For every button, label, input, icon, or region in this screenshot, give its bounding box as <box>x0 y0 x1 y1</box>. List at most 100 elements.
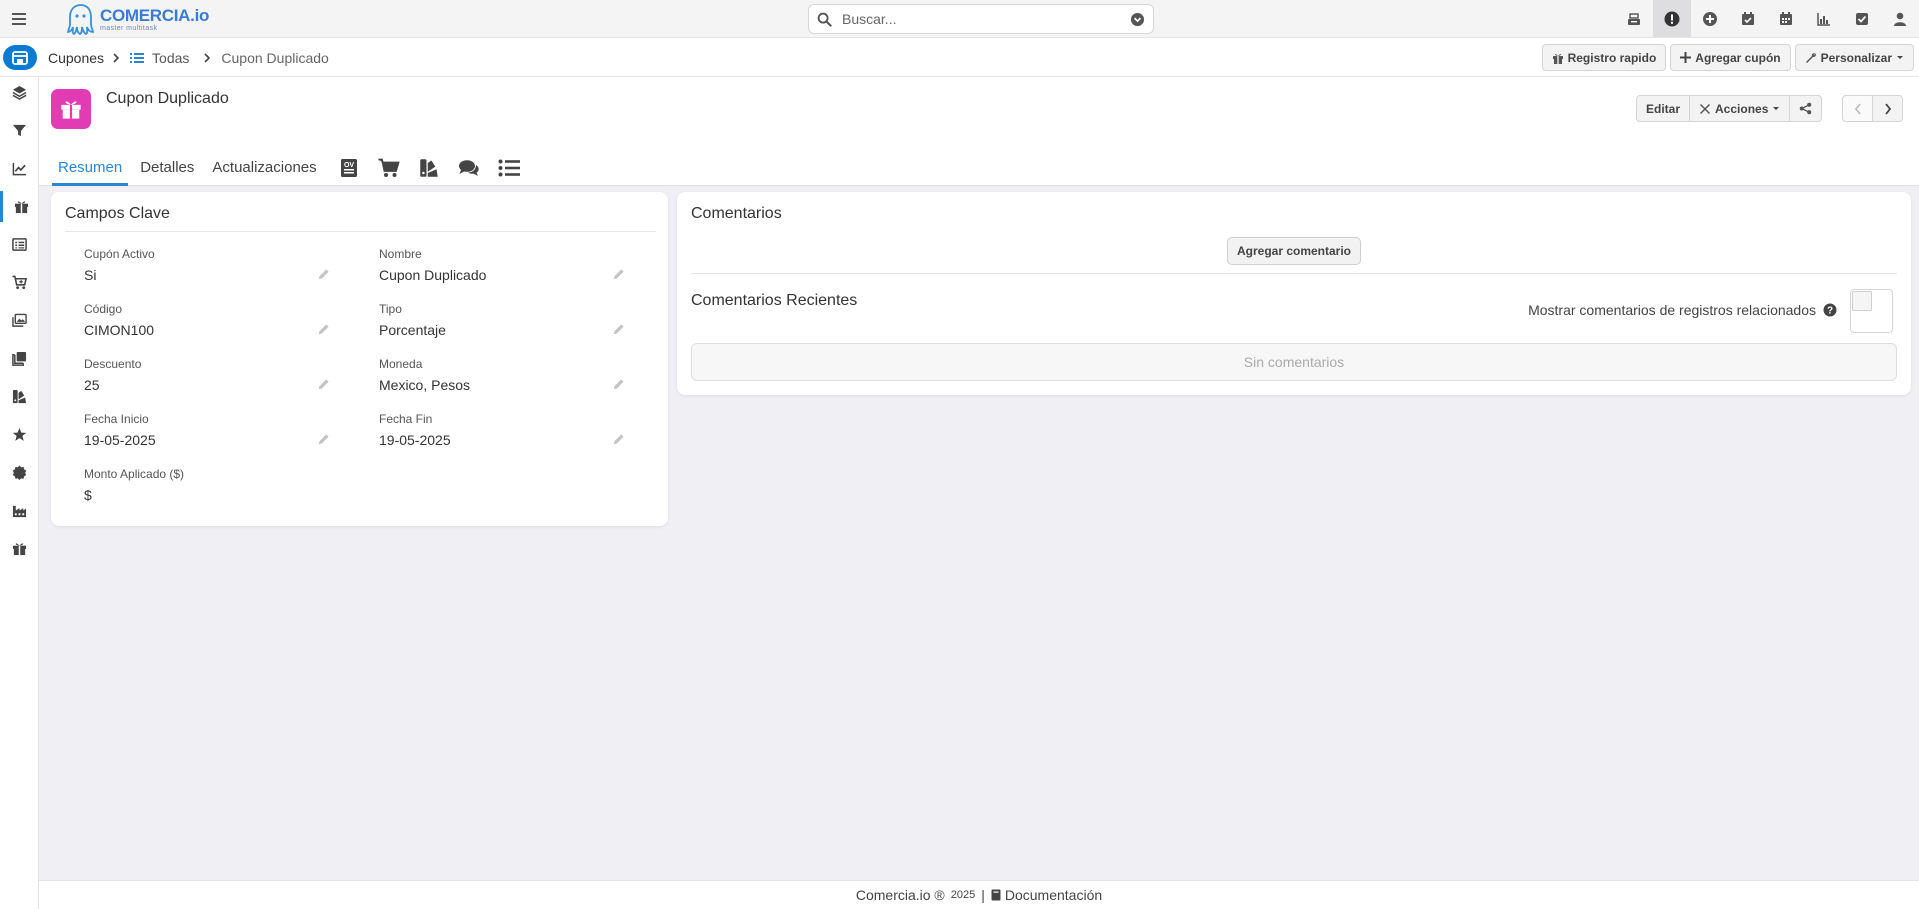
tools-icon <box>1700 103 1711 114</box>
layers-icon <box>12 85 27 100</box>
alert-icon[interactable] <box>1653 0 1691 37</box>
customize-label: Personalizar <box>1820 50 1892 65</box>
pencil-icon[interactable] <box>612 268 625 281</box>
pencil-icon[interactable] <box>317 433 330 446</box>
cash-register-icon[interactable] <box>1615 0 1653 37</box>
calendar-icon[interactable] <box>1767 0 1805 37</box>
pencil-icon[interactable] <box>317 268 330 281</box>
quick-create-button[interactable]: Registro rapido <box>1541 44 1667 71</box>
sidebar-item-list[interactable] <box>0 229 39 260</box>
field-cupon-activo: Cupón Activo Si <box>84 247 344 291</box>
breadcrumb-module[interactable]: Cupones <box>48 50 104 66</box>
global-search[interactable] <box>808 4 1154 34</box>
book-icon <box>991 889 1001 901</box>
svg-text:OV: OV <box>344 162 354 169</box>
checkbox-icon[interactable] <box>1843 0 1881 37</box>
tab-detalles[interactable]: Detalles <box>134 149 200 186</box>
pencil-icon[interactable] <box>612 378 625 391</box>
menu-icon[interactable] <box>9 9 29 29</box>
sidebar-item-cart[interactable] <box>0 267 39 298</box>
sidebar-item-certificates[interactable] <box>0 457 39 488</box>
related-comments-toggle[interactable] <box>1850 289 1893 333</box>
calendar-check-icon[interactable] <box>1729 0 1767 37</box>
tab-resumen[interactable]: Resumen <box>52 149 129 186</box>
field-value: $ <box>84 487 92 503</box>
sidebar-item-reports[interactable] <box>0 153 39 184</box>
sidebar-item-copies[interactable] <box>0 343 39 374</box>
footer-separator: | <box>981 887 985 903</box>
chart-icon[interactable] <box>1805 0 1843 37</box>
next-record-button[interactable] <box>1872 95 1903 122</box>
add-circle-icon[interactable] <box>1691 0 1729 37</box>
left-sidebar <box>0 77 39 909</box>
sidebar-item-swatches[interactable] <box>0 381 39 412</box>
edit-label: Editar <box>1646 101 1681 116</box>
help-icon[interactable]: ? <box>1823 303 1837 317</box>
field-label: Tipo <box>379 302 402 316</box>
cart-icon <box>12 275 27 290</box>
documentation-link[interactable]: Documentación <box>991 887 1102 903</box>
sidebar-item-coupons[interactable] <box>0 191 39 222</box>
pencil-icon[interactable] <box>612 323 625 336</box>
user-icon[interactable] <box>1881 0 1919 37</box>
home-button[interactable] <box>3 45 37 70</box>
field-value: Porcentaje <box>379 322 446 338</box>
sidebar-item-layers[interactable] <box>0 77 39 108</box>
show-related-comments: Mostrar comentarios de registros relacio… <box>1528 302 1837 318</box>
edit-button[interactable]: Editar <box>1636 95 1691 122</box>
actions-button[interactable]: Acciones <box>1689 95 1791 122</box>
customize-button[interactable]: Personalizar <box>1794 44 1914 71</box>
sidebar-item-industries[interactable] <box>0 495 39 526</box>
sidebar-item-filter[interactable] <box>0 115 39 146</box>
plus-icon <box>1680 52 1692 63</box>
chart-line-icon <box>12 162 27 176</box>
pencil-icon[interactable] <box>612 433 625 446</box>
gift-icon <box>1552 53 1563 64</box>
pencil-icon[interactable] <box>317 378 330 391</box>
tab-orders[interactable] <box>369 149 409 186</box>
previous-record-button[interactable] <box>1842 95 1873 122</box>
share-icon <box>1800 102 1812 115</box>
field-fecha-fin: Fecha Fin 19-05-2025 <box>379 412 639 456</box>
field-codigo: Código CIMON100 <box>84 302 344 346</box>
breadcrumb: Cupones Todas Cupon Duplicado <box>48 38 329 77</box>
breadcrumb-bar: Cupones Todas Cupon Duplicado Registro r… <box>0 38 1919 77</box>
chevron-right-icon <box>1884 102 1891 115</box>
key-fields-title: Campos Clave <box>65 205 170 222</box>
add-coupon-button[interactable]: Agregar cupón <box>1670 44 1791 71</box>
field-value: Cupon Duplicado <box>379 267 487 283</box>
quick-create-label: Registro rapido <box>1567 50 1657 65</box>
swatches-icon <box>419 158 438 177</box>
copy-icon <box>12 351 27 366</box>
chevron-right-icon <box>113 52 120 63</box>
search-icon <box>817 12 832 27</box>
share-button[interactable] <box>1789 95 1823 122</box>
field-value: CIMON100 <box>84 322 155 338</box>
comments-title: Comentarios <box>691 205 782 222</box>
footer-brand: Comercia.io ® <box>855 887 945 903</box>
tab-quotes[interactable]: OV <box>329 149 369 186</box>
record-header: Cupon Duplicado Editar Acciones Resumen … <box>39 77 1919 186</box>
tab-products[interactable] <box>409 149 449 186</box>
gift-icon <box>14 201 28 214</box>
chevron-down-icon[interactable] <box>1130 12 1145 27</box>
tab-list[interactable] <box>489 149 529 186</box>
caret-down-icon <box>1773 106 1780 110</box>
sidebar-item-gifts[interactable] <box>0 533 39 564</box>
tab-comments[interactable] <box>449 149 489 186</box>
add-comment-button[interactable]: Agregar comentario <box>1227 237 1361 265</box>
field-value: 19-05-2025 <box>84 432 156 448</box>
breadcrumb-list[interactable]: Todas <box>152 50 189 66</box>
svg-text:?: ? <box>1827 306 1833 317</box>
sidebar-item-images[interactable] <box>0 305 39 336</box>
sidebar-item-favorites[interactable] <box>0 419 39 450</box>
search-input[interactable] <box>842 11 1112 27</box>
app-logo[interactable]: COMERCIA.io master multitask <box>66 2 209 36</box>
tab-actualizaciones[interactable]: Actualizaciones <box>206 149 322 186</box>
pencil-icon[interactable] <box>317 323 330 336</box>
list-icon <box>130 52 145 63</box>
logo-name: COMERCIA.io <box>100 5 210 25</box>
field-label: Descuento <box>84 357 142 371</box>
key-fields-card: Campos Clave Cupón Activo Si Nombre Cupo… <box>51 192 668 526</box>
field-label: Fecha Fin <box>379 412 433 426</box>
